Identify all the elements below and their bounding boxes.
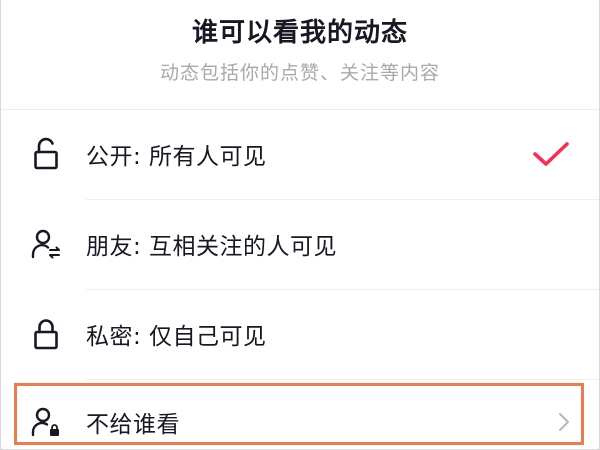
- option-block-list[interactable]: 不给谁看: [1, 378, 599, 450]
- option-private[interactable]: 私密: 仅自己可见: [1, 290, 599, 378]
- sheet-subtitle: 动态包括你的点赞、关注等内容: [159, 62, 440, 84]
- option-private-label: 私密: 仅自己可见: [86, 324, 267, 350]
- sheet-title: 谁可以看我的动态: [191, 18, 408, 48]
- option-block-list-label: 不给谁看: [86, 412, 180, 438]
- lock-icon: [31, 317, 61, 351]
- user-lock-icon: [31, 405, 61, 439]
- visibility-sheet: 谁可以看我的动态 动态包括你的点赞、关注等内容 公开: 所有人可见 朋友: 互相…: [0, 0, 600, 450]
- unlock-icon: [31, 137, 61, 171]
- option-friends-label: 朋友: 互相关注的人可见: [86, 234, 338, 260]
- check-icon: [533, 142, 569, 166]
- option-public-label: 公开: 所有人可见: [86, 144, 267, 170]
- option-friends[interactable]: 朋友: 互相关注的人可见: [1, 200, 599, 288]
- user-mutual-icon: [31, 227, 61, 261]
- chevron-right-icon: [559, 413, 569, 431]
- option-public[interactable]: 公开: 所有人可见: [1, 110, 599, 198]
- sheet-header: 谁可以看我的动态 动态包括你的点赞、关注等内容: [1, 0, 599, 110]
